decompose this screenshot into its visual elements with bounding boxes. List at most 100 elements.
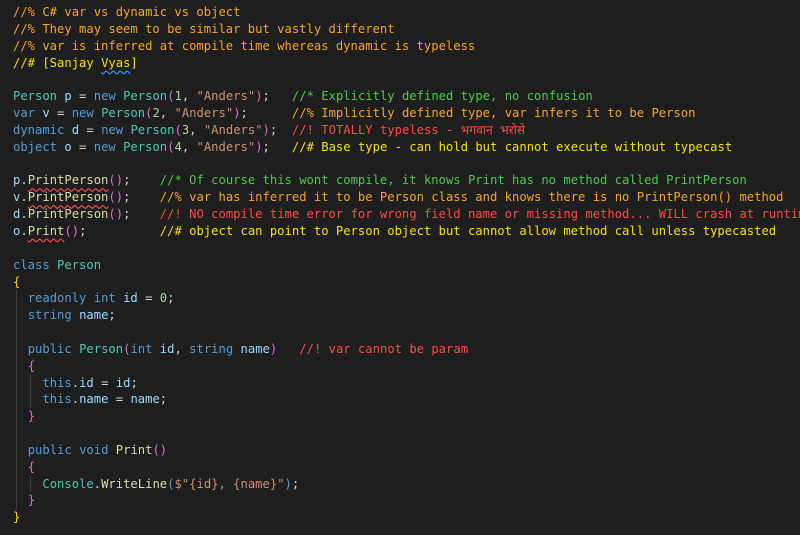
comment: //% var has inferred it to be Person cla… — [159, 190, 784, 205]
code-line: public void Print() — [0, 441, 800, 459]
padding — [130, 190, 159, 204]
padding — [277, 123, 292, 137]
punctuation: ; — [108, 308, 116, 323]
identifier: name — [79, 308, 109, 323]
code-line: this.id = id; — [0, 374, 800, 392]
operator: = — [79, 122, 102, 137]
param: id — [159, 341, 175, 356]
code-line: readonly int id = 0; — [0, 290, 800, 308]
operator: = — [71, 139, 94, 154]
comment: //! var cannot be param — [299, 341, 469, 356]
code-line: //% They may seem to be similar but vast… — [0, 21, 800, 38]
ctor-name: Person — [79, 341, 124, 356]
brace: } — [13, 510, 21, 525]
code-line: string name; — [0, 307, 800, 325]
keyword: class — [13, 257, 50, 272]
number: 4 — [174, 139, 182, 154]
code-line: } — [0, 492, 800, 510]
identifier: id — [79, 375, 94, 390]
declaration-line: Person p = new Person(1, "Anders"); //* … — [13, 89, 593, 104]
class-declaration-line: class Person — [0, 257, 800, 274]
padding — [270, 89, 292, 103]
method-call-line: d.PrintPerson(); //! NO compile time err… — [0, 206, 800, 223]
ctor-name: Person — [123, 89, 168, 104]
keyword: readonly — [27, 291, 87, 306]
padding — [270, 140, 292, 154]
number: 2 — [152, 106, 160, 121]
declaration-line: var v = new Person(2, "Anders"); //% Imp… — [13, 106, 696, 121]
keyword: public — [27, 442, 72, 457]
class-name: Console — [42, 476, 94, 491]
identifier: name — [79, 392, 109, 407]
comment: //% They may seem to be similar but vast… — [13, 21, 395, 36]
keyword: this — [42, 392, 72, 407]
method-name: PrintPerson — [27, 173, 109, 188]
ctor-name: Person — [123, 139, 168, 154]
code-line: Console.WriteLine($"{id}, {name}"); — [0, 475, 800, 493]
comment: //! TOTALLY typeless - भगवान भरोसे — [291, 122, 526, 137]
comment: //# [Sanjay — [13, 55, 102, 70]
class-name: Person — [57, 257, 102, 272]
code-line: //% C# var vs dynamic vs object — [0, 4, 800, 21]
variable: v — [42, 106, 50, 121]
type-keyword: var — [13, 106, 36, 121]
operator: = — [49, 106, 72, 121]
comment: //* Of course this wont compile, it know… — [159, 173, 747, 188]
code-line: { — [0, 274, 800, 291]
keyword: string — [189, 341, 234, 356]
string: "Anders" — [174, 106, 234, 121]
keyword: new — [101, 122, 124, 137]
string: "Anders" — [196, 139, 256, 154]
identifier: id — [115, 375, 131, 390]
method-name: WriteLine — [101, 476, 168, 491]
type-keyword: Person — [13, 89, 58, 104]
variable: d — [71, 122, 80, 137]
keyword: new — [93, 139, 116, 154]
punctuation: ; — [167, 291, 175, 306]
keyword: this — [42, 375, 72, 390]
comment: //! NO compile time error for wrong fiel… — [159, 207, 800, 222]
keyword: new — [93, 89, 116, 104]
method-call-line: o.Print(); //# object can point to Perso… — [13, 223, 777, 238]
padding — [248, 106, 292, 120]
keyword: new — [71, 106, 94, 121]
blank-line — [0, 425, 800, 442]
keyword: string — [27, 308, 72, 323]
keyword: void — [79, 442, 109, 457]
code-editor[interactable]: //% C# var vs dynamic vs object //% They… — [0, 0, 800, 535]
method-name: Print — [115, 442, 153, 457]
method-name: PrintPerson — [27, 207, 109, 222]
keyword: int — [130, 341, 153, 356]
comment: //% Implicitly defined type, var infers … — [291, 106, 696, 121]
declaration-line: object o = new Person(4, "Anders"); //# … — [13, 139, 733, 154]
comment: //# Base type - can hold but cannot exec… — [291, 139, 733, 154]
variable: o — [64, 139, 72, 154]
comment: //* Explicitly defined type, no confusio… — [291, 89, 593, 104]
code-line: { — [0, 458, 800, 476]
comment: //% var is inferred at compile time wher… — [13, 38, 476, 53]
ctor-name: Person — [130, 122, 175, 137]
keyword: int — [93, 291, 116, 306]
method-name: Print — [27, 223, 65, 238]
code-line: //# [Sanjay Vyas] — [0, 55, 800, 72]
ctor-name: Person — [101, 106, 146, 121]
code-line: this.name = name; — [0, 391, 800, 409]
operator: = — [137, 291, 160, 306]
comment: //# object can point to Person object bu… — [159, 223, 777, 238]
declaration-line: dynamic d = new Person(3, "Anders"); //!… — [13, 122, 526, 137]
code-line: } — [0, 408, 800, 426]
code-line: public Person(int id, string name) //! v… — [0, 340, 800, 358]
blank-line — [0, 324, 800, 341]
operator: = — [71, 89, 94, 104]
code-line: //% var is inferred at compile time wher… — [0, 38, 800, 55]
type-keyword: object — [13, 139, 58, 154]
padding — [86, 224, 159, 238]
method-name: PrintPerson — [27, 190, 109, 205]
padding — [130, 207, 159, 221]
string: $"{id}, {name}" — [174, 476, 285, 491]
string: "Anders" — [203, 122, 263, 137]
keyword: public — [27, 341, 72, 356]
